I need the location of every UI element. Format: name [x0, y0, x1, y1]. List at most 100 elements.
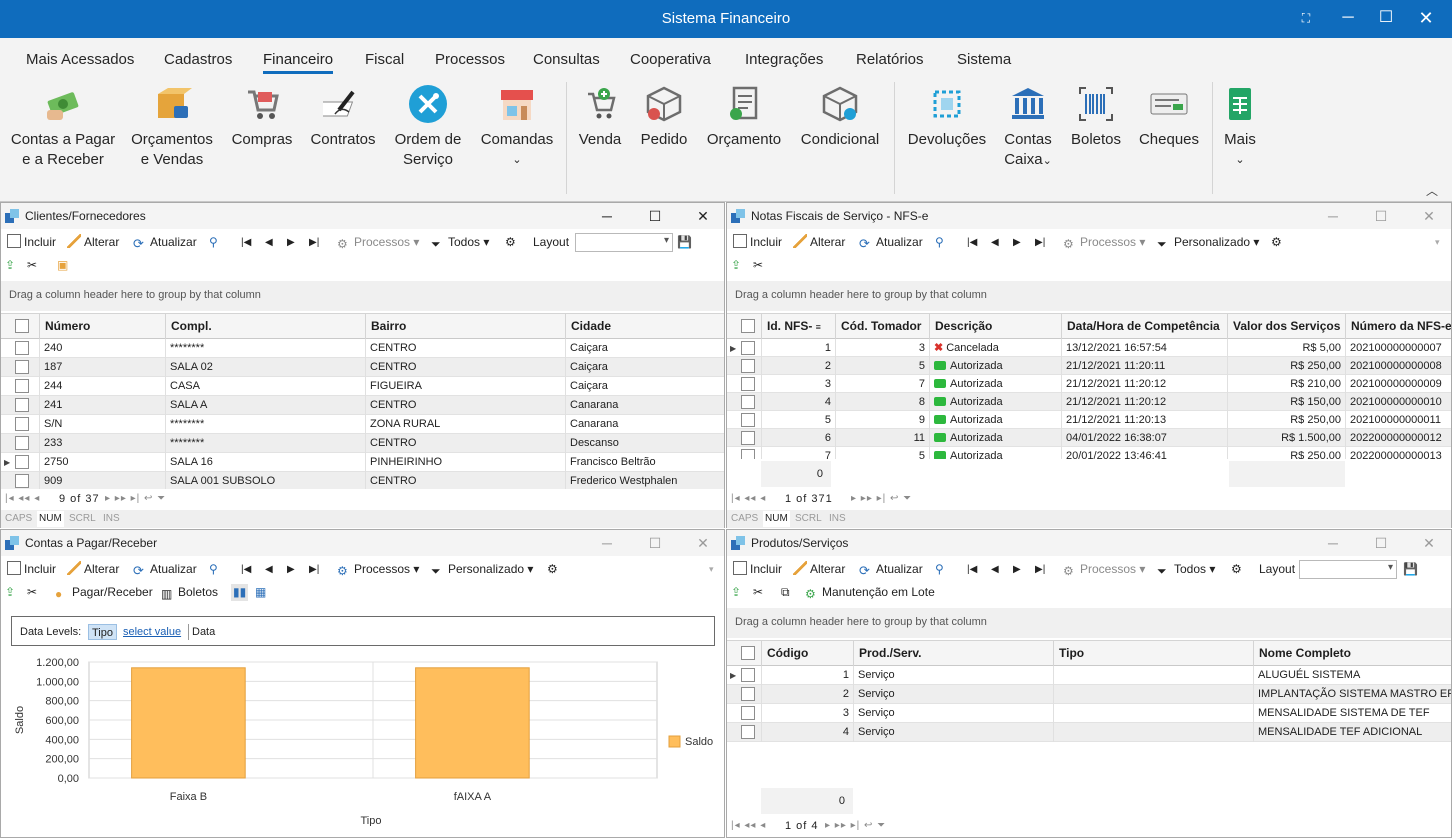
panel-close-button[interactable]: ✕: [1419, 534, 1439, 552]
alterar-button[interactable]: Alterar: [67, 234, 119, 251]
row-checkbox[interactable]: [15, 379, 29, 393]
col-descricao[interactable]: Descrição: [929, 314, 1061, 339]
nav-next-icon[interactable]: ▸ ▸▸ ▸| ↩ ⏷: [851, 493, 912, 504]
export-icon[interactable]: ⇪: [731, 584, 741, 601]
next-record-button[interactable]: ▶: [1013, 234, 1021, 251]
group-area[interactable]: Drag a column header here to group by th…: [1, 281, 724, 311]
processos-button[interactable]: ⚙ Processos ▾: [1063, 234, 1145, 251]
layout-select[interactable]: [1299, 560, 1397, 579]
layout-select[interactable]: [575, 233, 673, 252]
row-checkbox[interactable]: [741, 431, 755, 445]
table-row[interactable]: 5 9 Autorizada 21/12/2021 11:20:13 R$ 250,00…: [727, 411, 1451, 429]
devolucoes-button[interactable]: Devoluções: [904, 84, 990, 150]
first-record-button[interactable]: |◀: [241, 234, 251, 251]
compras-button[interactable]: Compras: [228, 84, 296, 150]
col-numero[interactable]: Número: [39, 314, 165, 339]
orcamento-button[interactable]: Orçamento: [702, 84, 786, 150]
col-cod-tomador[interactable]: Cód. Tomador: [835, 314, 929, 339]
atualizar-button[interactable]: ⟳ Atualizar: [859, 561, 923, 578]
level-tipo[interactable]: Tipo: [88, 624, 117, 640]
table-row[interactable]: 2 Serviço IMPLANTAÇÃO SISTEMA MASTRO ERP: [727, 685, 1451, 704]
nav-next-icon[interactable]: ▸ ▸▸ ▸| ↩ ⏷: [825, 820, 886, 831]
col-compl[interactable]: Compl.: [165, 314, 365, 339]
atualizar-button[interactable]: ⟳ Atualizar: [133, 234, 197, 251]
tab-financeiro[interactable]: Financeiro: [263, 51, 334, 74]
table-row[interactable]: ▶ 2750 SALA 16 PINHEIRINHO Francisco Beltrão: [1, 453, 724, 472]
panel-close-button[interactable]: ✕: [693, 207, 713, 225]
row-checkbox[interactable]: [15, 360, 29, 374]
panel-maximize-button[interactable]: ☐: [1371, 207, 1391, 225]
table-row[interactable]: ▶ 1 3 ✖ Cancelada 13/12/2021 16:57:54 R$ 5,00 2…: [727, 339, 1451, 357]
export-icon[interactable]: ⇪: [5, 257, 15, 274]
row-checkbox[interactable]: [741, 359, 755, 373]
grid-view-icon[interactable]: ▦: [255, 584, 266, 601]
panel-maximize-button[interactable]: ☐: [645, 534, 665, 552]
row-checkbox[interactable]: [15, 436, 29, 450]
boletos-button[interactable]: Boletos: [1068, 84, 1124, 150]
tools-icon[interactable]: ✂: [753, 257, 763, 274]
incluir-button[interactable]: Incluir: [733, 234, 782, 251]
row-checkbox[interactable]: [15, 455, 29, 469]
table-row[interactable]: 244 CASA FIGUEIRA Caiçara: [1, 377, 724, 396]
snap-icon[interactable]: ⛶: [1292, 6, 1320, 30]
nav-first-icon[interactable]: |◂ ◂◂ ◂: [731, 820, 766, 831]
row-checkbox[interactable]: [741, 687, 755, 701]
bar[interactable]: [131, 667, 246, 779]
contratos-button[interactable]: Contratos: [308, 84, 378, 150]
table-row[interactable]: 909 SALA 001 SUBSOLO CENTRO Frederico Westp…: [1, 472, 724, 489]
first-record-button[interactable]: |◀: [967, 234, 977, 251]
contas-caixa-button[interactable]: Contas Caixa⌄: [998, 84, 1058, 171]
tab-processos[interactable]: Processos: [435, 51, 505, 68]
incluir-button[interactable]: Incluir: [733, 561, 782, 578]
row-checkbox[interactable]: [741, 706, 755, 720]
row-checkbox[interactable]: [15, 341, 29, 355]
close-button[interactable]: ✕: [1412, 6, 1440, 30]
select-all-checkbox[interactable]: [15, 319, 29, 333]
search-icon[interactable]: ⚲: [209, 234, 218, 251]
manutencao-lote-button[interactable]: ⚙ Manutenção em Lote: [805, 584, 935, 601]
panel-maximize-button[interactable]: ☐: [1371, 534, 1391, 552]
incluir-button[interactable]: Incluir: [7, 234, 56, 251]
table-row[interactable]: S/N ******** ZONA RURAL Canarana: [1, 415, 724, 434]
toolbar-overflow-icon[interactable]: ▾: [1435, 234, 1440, 251]
first-record-button[interactable]: |◀: [241, 561, 251, 578]
next-record-button[interactable]: ▶: [287, 234, 295, 251]
table-row[interactable]: ▶ 1 Serviço ALUGUÉL SISTEMA: [727, 666, 1451, 685]
contas-pagar-receber-button[interactable]: Contas a Pagar e a Receber: [8, 84, 118, 170]
incluir-button[interactable]: Incluir: [7, 561, 56, 578]
nav-first-icon[interactable]: |◂ ◂◂ ◂: [5, 493, 40, 504]
table-row[interactable]: 241 SALA A CENTRO Canarana: [1, 396, 724, 415]
mais-button[interactable]: Mais ⌄: [1218, 84, 1262, 170]
prev-record-button[interactable]: ◀: [991, 561, 999, 578]
tools-icon[interactable]: ✂: [27, 257, 37, 274]
col-prod-serv[interactable]: Prod./Serv.: [853, 641, 1053, 666]
row-checkbox[interactable]: [741, 341, 755, 355]
prev-record-button[interactable]: ◀: [265, 561, 273, 578]
search-icon[interactable]: ⚲: [935, 561, 944, 578]
venda-button[interactable]: Venda: [576, 84, 624, 150]
group-area[interactable]: Drag a column header here to group by th…: [727, 281, 1451, 311]
alterar-button[interactable]: Alterar: [67, 561, 119, 578]
row-checkbox[interactable]: [741, 668, 755, 682]
processos-button[interactable]: ⚙ Processos ▾: [1063, 561, 1145, 578]
col-nome-completo[interactable]: Nome Completo: [1253, 641, 1451, 666]
prev-record-button[interactable]: ◀: [991, 234, 999, 251]
condicional-button[interactable]: Condicional: [796, 84, 884, 150]
chart-view-icon[interactable]: ▮▮: [231, 584, 249, 601]
save-layout-icon[interactable]: 💾: [677, 234, 692, 251]
alterar-button[interactable]: Alterar: [793, 234, 845, 251]
processos-button[interactable]: ⚙ Processos ▾: [337, 234, 419, 251]
col-valor-servicos[interactable]: Valor dos Serviços: [1227, 314, 1345, 339]
boletos-button[interactable]: ▥ Boletos: [161, 584, 218, 601]
row-checkbox[interactable]: [741, 449, 755, 459]
row-checkbox[interactable]: [741, 395, 755, 409]
first-record-button[interactable]: |◀: [967, 561, 977, 578]
next-record-button[interactable]: ▶: [1013, 561, 1021, 578]
tab-consultas[interactable]: Consultas: [533, 51, 600, 68]
group-area[interactable]: Drag a column header here to group by th…: [727, 608, 1451, 638]
alterar-button[interactable]: Alterar: [793, 561, 845, 578]
row-checkbox[interactable]: [741, 413, 755, 427]
settings-icon[interactable]: ⚙: [1271, 234, 1282, 251]
select-all-checkbox[interactable]: [741, 319, 755, 333]
comandas-button[interactable]: Comandas ⌄: [478, 84, 556, 170]
